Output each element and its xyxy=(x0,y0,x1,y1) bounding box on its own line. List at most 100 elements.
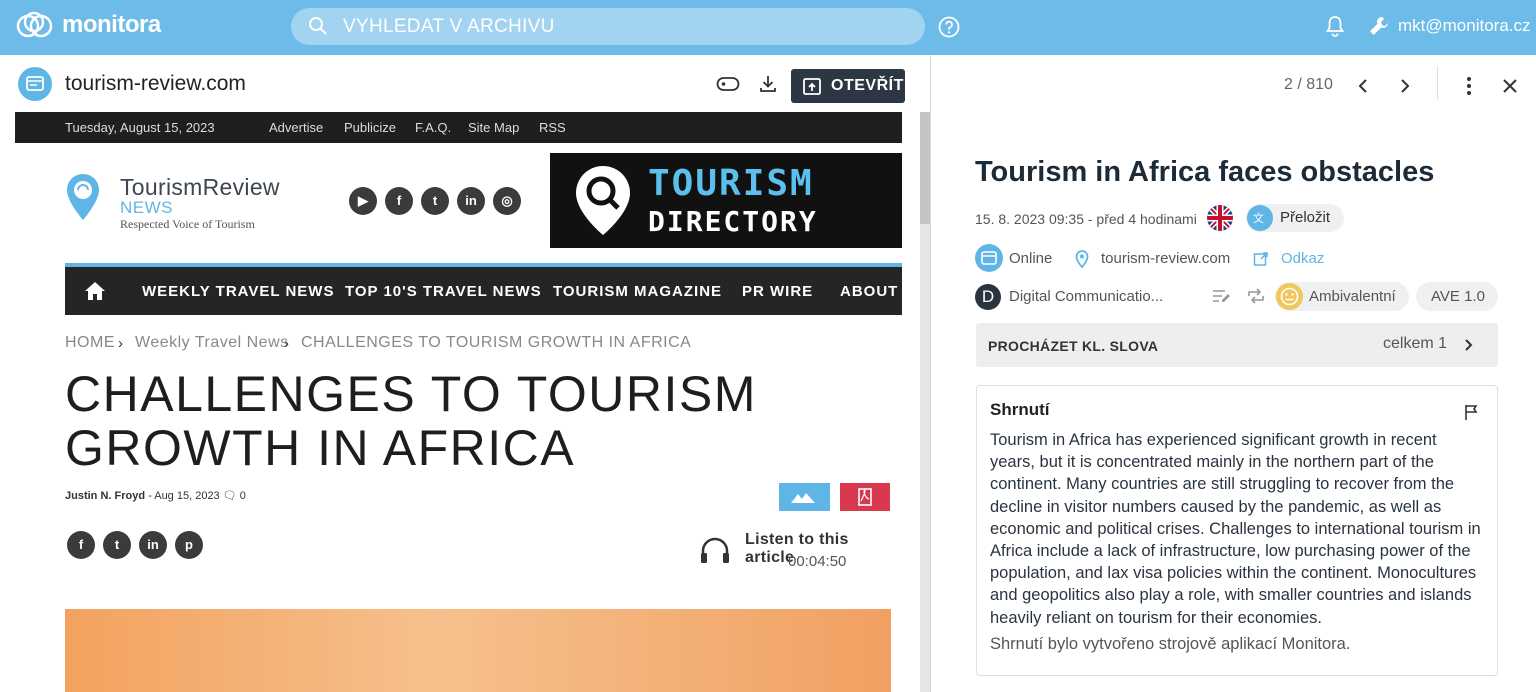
browse-keywords-bar[interactable]: PROCHÁZET KL. SLOVA celkem 1 xyxy=(976,323,1498,367)
article-counter: 2 / 810 xyxy=(1284,76,1333,93)
share-twitter-icon[interactable]: t xyxy=(103,531,131,559)
facebook-icon[interactable]: f xyxy=(385,187,413,215)
article-date: - Aug 15, 2023 xyxy=(145,490,223,502)
chevron-right-icon[interactable] xyxy=(1462,338,1474,352)
nav-top10-travel-news[interactable]: TOP 10'S TRAVEL NEWS xyxy=(345,283,542,300)
more-vertical-icon[interactable] xyxy=(1463,76,1475,96)
previous-chevron-icon[interactable] xyxy=(1357,78,1371,94)
open-button-label: OTEVŘÍT xyxy=(831,77,904,94)
medium-type: Online xyxy=(1009,250,1053,267)
share-linkedin-icon[interactable]: in xyxy=(139,531,167,559)
breadcrumb-separator: › xyxy=(284,335,289,352)
external-link-icon[interactable] xyxy=(1253,251,1269,267)
breadcrumb-weekly-news[interactable]: Weekly Travel News xyxy=(135,334,289,352)
svg-text:文: 文 xyxy=(1253,211,1264,225)
site-link-sitemap[interactable]: Site Map xyxy=(468,120,519,135)
flag-report-icon[interactable] xyxy=(1464,404,1478,420)
browse-keywords-label: PROCHÁZET KL. SLOVA xyxy=(988,338,1159,354)
breadcrumb-home[interactable]: HOME xyxy=(65,334,115,352)
archive-search[interactable]: VYHLEDAT V ARCHIVU xyxy=(291,8,925,45)
site-link-faq[interactable]: F.A.Q. xyxy=(415,120,451,135)
site-topbar: Tuesday, August 15, 2023 Advertise Publi… xyxy=(15,112,902,143)
ave-value: AVE 1.0 xyxy=(1431,288,1485,305)
instagram-icon[interactable]: ◎ xyxy=(493,187,521,215)
bell-icon[interactable] xyxy=(1325,15,1345,37)
site-link-rss[interactable]: RSS xyxy=(539,120,566,135)
repost-icon[interactable] xyxy=(1246,288,1266,304)
online-medium-icon xyxy=(975,244,1003,272)
summary-card: Shrnutí Tourism in Africa has experience… xyxy=(976,385,1498,676)
article-byline: Justin N. Froyd - Aug 15, 2023 🗨 0 xyxy=(65,489,246,502)
summary-text: Tourism in Africa has experienced signif… xyxy=(990,431,1481,627)
ave-badge: AVE 1.0 xyxy=(1416,282,1498,311)
tourism-directory-banner[interactable]: TOURISM DIRECTORY xyxy=(550,153,902,248)
article-preview[interactable]: Tuesday, August 15, 2023 Advertise Publi… xyxy=(15,112,902,692)
article-link[interactable]: Odkaz xyxy=(1281,250,1324,267)
text-edit-icon[interactable] xyxy=(1212,288,1232,304)
breadcrumb-separator: › xyxy=(118,335,123,352)
source-domain[interactable]: tourism-review.com xyxy=(1101,250,1230,267)
user-email[interactable]: mkt@monitora.cz xyxy=(1398,16,1531,36)
close-icon[interactable] xyxy=(1501,77,1519,95)
share-facebook-icon[interactable]: f xyxy=(67,531,95,559)
site-nav: WEEKLY TRAVEL NEWS TOP 10'S TRAVEL NEWS … xyxy=(65,267,902,315)
article-title: CHALLENGES TO TOURISM GROWTH IN AFRICA xyxy=(65,366,757,476)
search-input[interactable]: VYHLEDAT V ARCHIVU xyxy=(343,16,555,38)
home-icon[interactable] xyxy=(83,280,107,302)
article-summary-title: Tourism in Africa faces obstacles xyxy=(975,156,1435,188)
publisher-name: Digital Communicatio... xyxy=(1009,288,1164,305)
headphones-icon[interactable] xyxy=(699,536,731,564)
monitora-logo[interactable]: monitora xyxy=(16,10,161,40)
article-published-date: 15. 8. 2023 09:35 - před 4 hodinami xyxy=(975,211,1197,227)
article-hero-image xyxy=(65,609,891,692)
banner-line1: TOURISM xyxy=(648,163,814,204)
next-chevron-icon[interactable] xyxy=(1397,78,1411,94)
site-tagline: Respected Voice of Tourism xyxy=(120,217,255,231)
listen-duration: 00:04:50 xyxy=(788,553,847,570)
linkedin-icon[interactable]: in xyxy=(457,187,485,215)
site-link-advertise[interactable]: Advertise xyxy=(269,120,323,135)
preview-scrollbar-thumb[interactable] xyxy=(920,112,930,224)
sentiment-label: Ambivalentní xyxy=(1309,288,1396,305)
open-original-button[interactable]: OTEVŘÍT xyxy=(791,69,905,103)
uk-flag-icon xyxy=(1207,205,1233,231)
publisher-avatar: D xyxy=(975,284,1001,310)
logo-icon xyxy=(16,11,53,38)
twitter-icon[interactable]: t xyxy=(421,187,449,215)
open-external-icon xyxy=(803,78,821,95)
site-date: Tuesday, August 15, 2023 xyxy=(65,120,215,135)
mountain-icon xyxy=(791,493,815,503)
translate-icon: 文 xyxy=(1247,205,1273,231)
image-gallery-button[interactable] xyxy=(779,483,830,511)
site-link-publicize[interactable]: Publicize xyxy=(344,120,396,135)
breadcrumb-current: CHALLENGES TO TOURISM GROWTH IN AFRICA xyxy=(301,334,692,351)
nav-about[interactable]: ABOUT xyxy=(840,283,898,300)
download-icon[interactable] xyxy=(758,74,778,94)
youtube-icon[interactable]: ▶ xyxy=(349,187,377,215)
neutral-face-icon xyxy=(1276,283,1303,310)
pdf-button[interactable] xyxy=(840,483,890,511)
article-author[interactable]: Justin N. Froyd xyxy=(65,490,145,502)
share-pinterest-icon[interactable]: p xyxy=(175,531,203,559)
wrench-icon[interactable] xyxy=(1368,15,1390,37)
banner-line2: DIRECTORY xyxy=(648,205,818,238)
location-pin-icon xyxy=(1075,250,1089,268)
help-icon[interactable] xyxy=(937,15,961,39)
tourismreview-pin-icon xyxy=(67,174,99,220)
source-name: tourism-review.com xyxy=(65,72,246,95)
nav-tourism-magazine[interactable]: TOURISM MAGAZINE xyxy=(553,283,722,300)
nav-pr-wire[interactable]: PR WIRE xyxy=(742,283,813,300)
sentiment-badge[interactable]: Ambivalentní xyxy=(1275,282,1409,311)
nav-weekly-travel-news[interactable]: WEEKLY TRAVEL NEWS xyxy=(142,283,334,300)
map-pin-search-icon xyxy=(576,166,630,235)
pdf-icon xyxy=(858,488,872,506)
summary-heading: Shrnutí xyxy=(990,400,1050,419)
online-source-icon xyxy=(18,67,52,101)
site-brand-subtitle: NEWS xyxy=(120,198,173,217)
toolbar-separator xyxy=(1437,66,1438,100)
label-tag-icon[interactable] xyxy=(716,76,740,92)
translate-label: Přeložit xyxy=(1280,209,1331,226)
site-brand-title: TourismReview xyxy=(120,174,280,200)
translate-button[interactable]: 文 Přeložit xyxy=(1246,204,1344,232)
summary-generated-note: Shrnutí bylo vytvořeno strojově aplikací… xyxy=(990,635,1351,653)
